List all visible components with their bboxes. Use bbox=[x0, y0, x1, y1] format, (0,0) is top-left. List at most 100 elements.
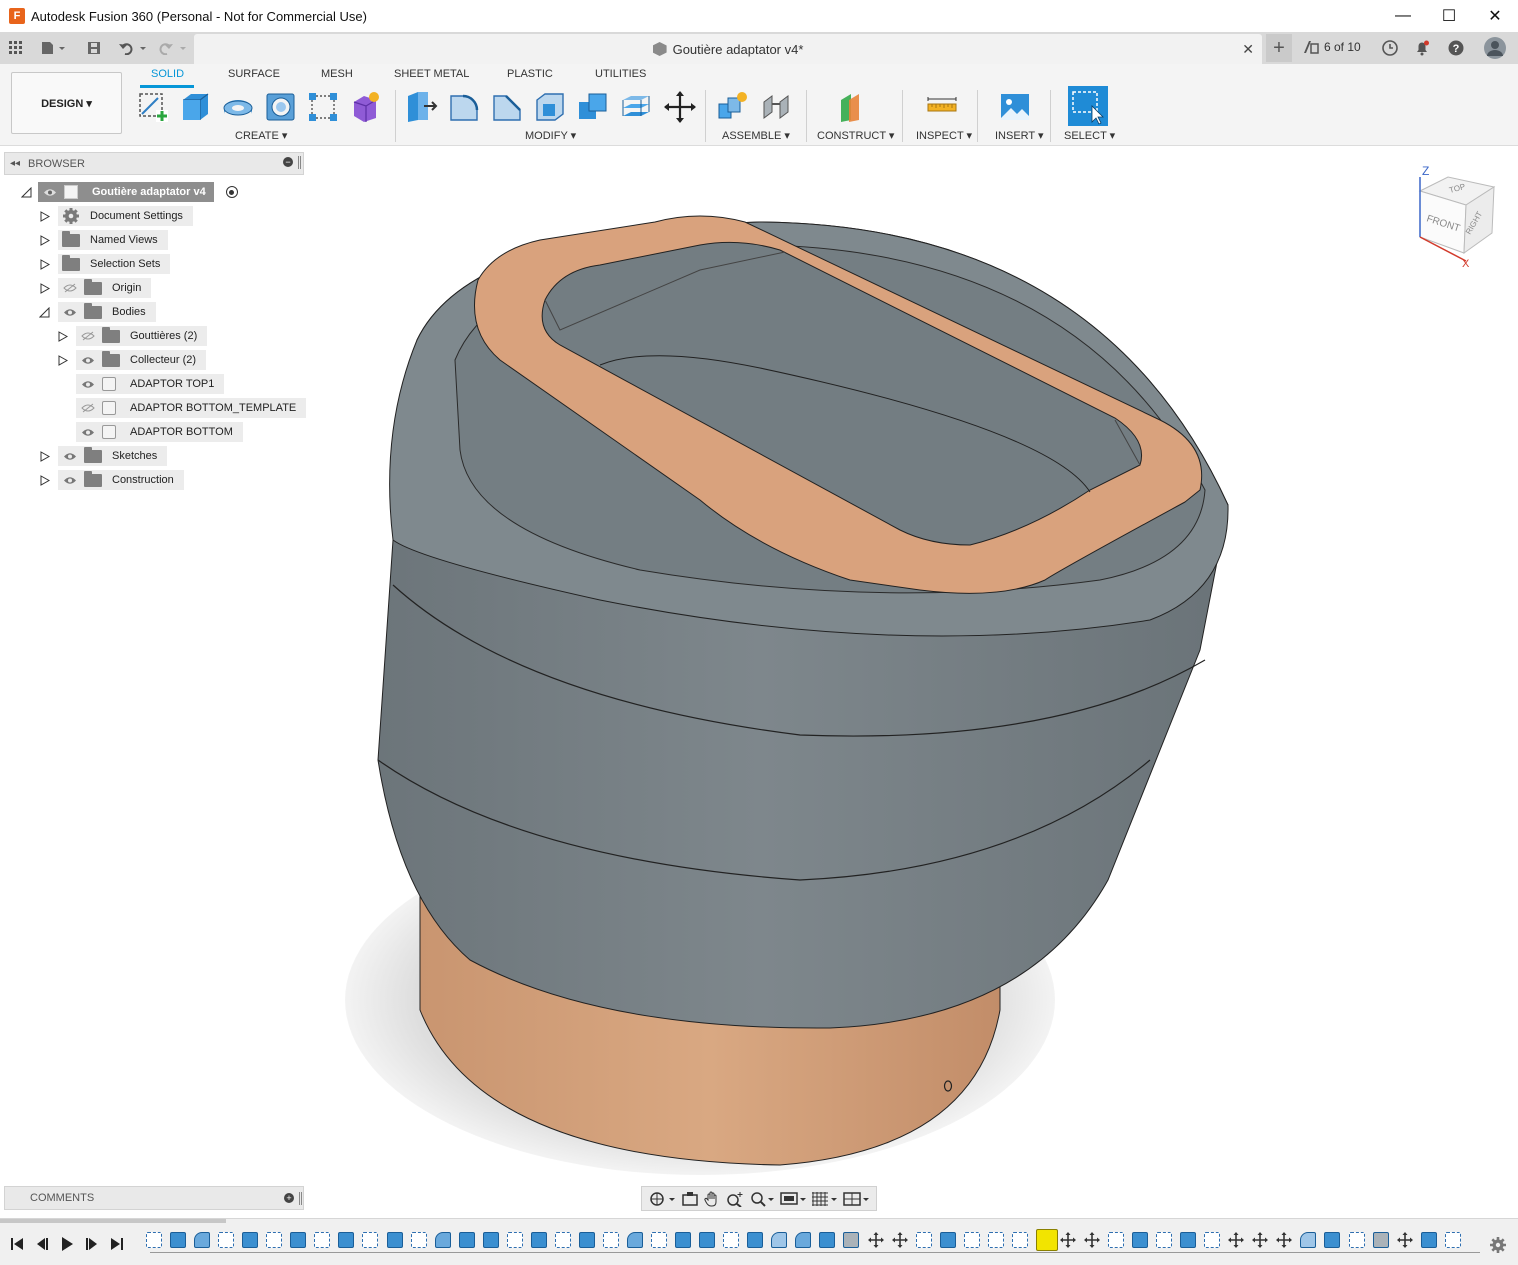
visibility-eye-icon[interactable] bbox=[62, 450, 78, 462]
timeline-feature-extrude-icon[interactable] bbox=[1132, 1232, 1149, 1248]
timeline-feature-active-icon[interactable] bbox=[1035, 1229, 1058, 1251]
tab-plastic[interactable]: PLASTIC bbox=[507, 68, 553, 80]
timeline-feature-fillet-icon[interactable] bbox=[771, 1232, 788, 1248]
timeline-feature-extrude-icon[interactable] bbox=[1420, 1232, 1437, 1248]
select-tool-icon[interactable] bbox=[1068, 86, 1108, 126]
timeline-feature-sketch-icon[interactable] bbox=[314, 1232, 331, 1248]
tree-item-selection-sets[interactable]: Selection Sets bbox=[38, 254, 171, 274]
timeline-feature-sketch-icon[interactable] bbox=[218, 1232, 235, 1248]
timeline-end-icon[interactable] bbox=[109, 1236, 125, 1252]
rectangular-pattern-icon[interactable] bbox=[306, 90, 340, 124]
root-component-chip[interactable]: Goutière adaptator v4 bbox=[38, 182, 214, 202]
timeline-feature-sketch-icon[interactable] bbox=[554, 1232, 571, 1248]
hidden-eye-icon[interactable] bbox=[80, 402, 96, 414]
timeline-feature-move-icon[interactable] bbox=[891, 1232, 908, 1248]
joint-icon[interactable] bbox=[760, 90, 794, 124]
fillet-icon[interactable] bbox=[447, 90, 481, 124]
version-counter[interactable]: 6 of 10 bbox=[1303, 40, 1361, 54]
3d-viewport[interactable]: TOP FRONT RIGHT Z X bbox=[306, 148, 1518, 1212]
tree-item-adaptor-top1[interactable]: ADAPTOR TOP1 bbox=[76, 374, 225, 394]
display-settings-icon[interactable] bbox=[779, 1191, 806, 1207]
extrude-icon[interactable] bbox=[178, 90, 212, 124]
tab-utilities[interactable]: UTILITIES bbox=[595, 68, 646, 80]
activate-radio-icon[interactable] bbox=[225, 186, 238, 198]
timeline-feature-extrude-icon[interactable] bbox=[242, 1232, 259, 1248]
insert-image-icon[interactable] bbox=[998, 90, 1032, 124]
timeline-feature-sketch-icon[interactable] bbox=[1108, 1232, 1124, 1248]
zoom-icon[interactable] bbox=[726, 1191, 744, 1207]
timeline-feature-sketch-icon[interactable] bbox=[506, 1232, 523, 1248]
timeline-feature-extrude-icon[interactable] bbox=[819, 1232, 836, 1248]
visibility-eye-icon[interactable] bbox=[42, 186, 58, 198]
close-tab-icon[interactable]: ✕ bbox=[1242, 41, 1254, 58]
timeline-feature-extrude-icon[interactable] bbox=[578, 1232, 595, 1248]
hole-icon[interactable] bbox=[264, 90, 298, 124]
expand-triangle-icon[interactable] bbox=[38, 474, 50, 486]
tab-mesh[interactable]: MESH bbox=[321, 68, 353, 80]
document-tab[interactable]: Goutière adaptator v4* ✕ bbox=[194, 34, 1262, 64]
create-form-icon[interactable] bbox=[349, 90, 383, 124]
timeline-feature-move-icon[interactable] bbox=[1228, 1232, 1245, 1248]
timeline-feature-move-icon[interactable] bbox=[1252, 1232, 1269, 1248]
minimize-button[interactable]: — bbox=[1380, 0, 1426, 32]
timeline-feature-extrude-icon[interactable] bbox=[458, 1232, 475, 1248]
timeline-feature-extrude-icon[interactable] bbox=[675, 1232, 692, 1248]
help-icon[interactable]: ? bbox=[1446, 32, 1466, 64]
timeline-step-forward-icon[interactable] bbox=[84, 1236, 100, 1252]
construct-group-label[interactable]: CONSTRUCT ▾ bbox=[817, 129, 894, 142]
panel-pin-icon[interactable] bbox=[298, 156, 301, 169]
measure-icon[interactable] bbox=[925, 90, 959, 124]
tree-item-origin[interactable]: Origin bbox=[38, 278, 152, 298]
hidden-eye-icon[interactable] bbox=[62, 282, 78, 294]
tree-item-collecteur[interactable]: Collecteur (2) bbox=[56, 350, 207, 370]
tree-item-sketches[interactable]: Sketches bbox=[38, 446, 168, 466]
tree-item-gouttieres[interactable]: Gouttières (2) bbox=[56, 326, 208, 346]
pan-hand-icon[interactable] bbox=[704, 1191, 720, 1207]
timeline-feature-extrude-icon[interactable] bbox=[170, 1232, 187, 1248]
viewports-icon[interactable] bbox=[843, 1191, 870, 1207]
timeline-start-icon[interactable] bbox=[9, 1236, 25, 1252]
collapse-triangle-icon[interactable] bbox=[38, 306, 50, 318]
visibility-eye-icon[interactable] bbox=[80, 426, 96, 438]
redo-icon[interactable] bbox=[156, 32, 190, 64]
timeline-feature-sketch-icon[interactable] bbox=[410, 1232, 427, 1248]
offset-plane-icon[interactable] bbox=[835, 90, 869, 124]
visibility-eye-icon[interactable] bbox=[80, 378, 96, 390]
move-copy-icon[interactable] bbox=[663, 90, 697, 124]
timeline-feature-sketch-icon[interactable] bbox=[266, 1232, 283, 1248]
timeline-feature-sketch-icon[interactable] bbox=[723, 1232, 740, 1248]
timeline-feature-revolve-icon[interactable] bbox=[627, 1232, 643, 1248]
timeline-feature-sketch-icon[interactable] bbox=[1348, 1232, 1365, 1248]
timeline-feature-move-icon[interactable] bbox=[1083, 1232, 1100, 1248]
combine-icon[interactable] bbox=[576, 90, 610, 124]
visibility-eye-icon[interactable] bbox=[80, 354, 96, 366]
timeline-feature-sketch-icon[interactable] bbox=[987, 1232, 1004, 1248]
expand-triangle-icon[interactable] bbox=[56, 354, 68, 366]
collapse-panel-icon[interactable]: ◂◂ bbox=[10, 158, 20, 169]
timeline-step-back-icon[interactable] bbox=[34, 1236, 50, 1252]
timeline-feature-extrude-icon[interactable] bbox=[747, 1232, 764, 1248]
timeline-feature-extrude-icon[interactable] bbox=[530, 1232, 547, 1248]
timeline-feature-sketch-icon[interactable] bbox=[915, 1232, 932, 1248]
timeline-feature-revolve-icon[interactable] bbox=[194, 1232, 211, 1248]
collapse-triangle-icon[interactable] bbox=[20, 186, 32, 198]
save-icon[interactable] bbox=[84, 32, 104, 64]
browser-minus-icon[interactable]: − bbox=[283, 157, 293, 167]
timeline-feature-revolve-icon[interactable] bbox=[795, 1232, 812, 1248]
insert-group-label[interactable]: INSERT ▾ bbox=[995, 129, 1044, 142]
close-window-button[interactable]: ✕ bbox=[1472, 0, 1518, 32]
job-status-icon[interactable] bbox=[1380, 32, 1400, 64]
timeline-feature-move-icon[interactable] bbox=[1276, 1232, 1293, 1248]
timeline-feature-extrude-icon[interactable] bbox=[699, 1232, 716, 1248]
timeline-feature-sketch-icon[interactable] bbox=[146, 1232, 162, 1248]
create-sketch-icon[interactable] bbox=[136, 90, 170, 124]
tree-root[interactable]: Goutière adaptator v4 bbox=[20, 182, 238, 202]
panel-pin-icon[interactable] bbox=[299, 1192, 302, 1205]
timeline-play-icon[interactable] bbox=[59, 1236, 75, 1252]
timeline-feature-move-icon[interactable] bbox=[867, 1232, 884, 1248]
timeline-feature-sketch-icon[interactable] bbox=[1204, 1232, 1221, 1248]
hidden-eye-icon[interactable] bbox=[80, 330, 96, 342]
user-avatar[interactable] bbox=[1483, 32, 1507, 64]
timeline-feature-extrude-icon[interactable] bbox=[482, 1232, 499, 1248]
timeline-feature-extrude-icon[interactable] bbox=[1180, 1232, 1197, 1248]
